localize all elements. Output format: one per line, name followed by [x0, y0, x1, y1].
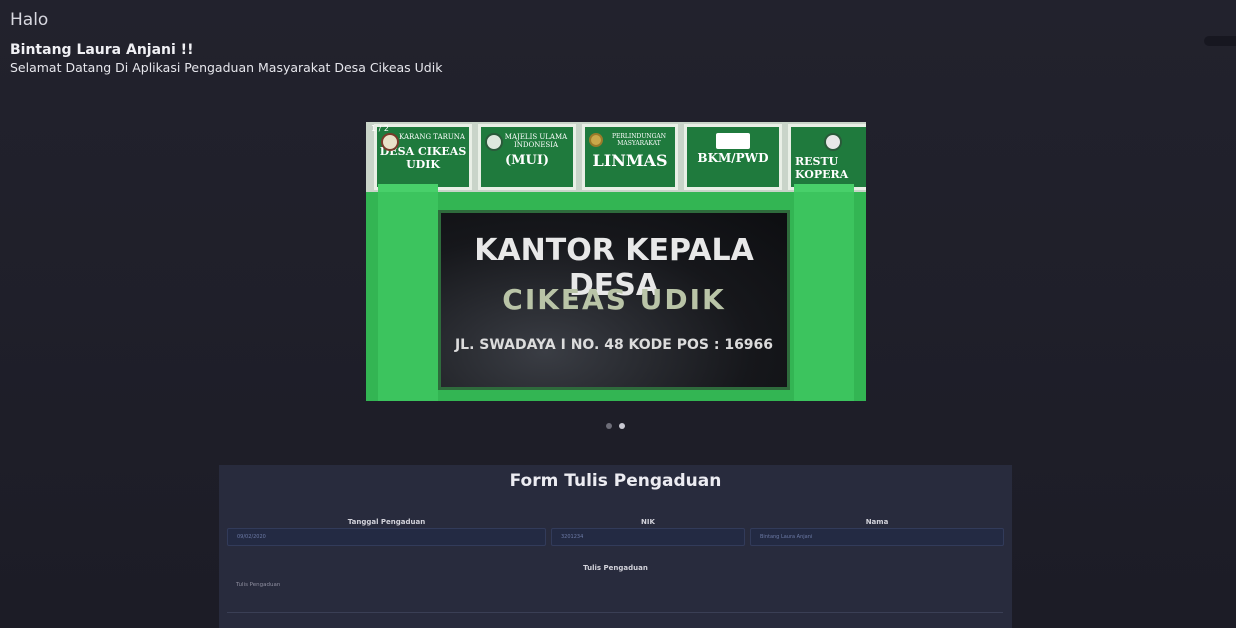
sign-big-text: LINMAS	[592, 151, 668, 170]
sign-big-text: BKM/PWD	[697, 151, 769, 165]
sign-row: KARANG TARUNA DESA CIKEAS UDIK MAJELIS U…	[374, 124, 866, 192]
scrollbar-handle[interactable]	[1204, 36, 1236, 46]
nama-input[interactable]	[750, 528, 1004, 546]
carousel-dot-1[interactable]	[606, 423, 612, 429]
welcome-message: Selamat Datang Di Aplikasi Pengaduan Mas…	[10, 60, 443, 75]
image-carousel[interactable]: 1 / 2 KARANG TARUNA DESA CIKEAS UDIK MAJ…	[366, 122, 866, 401]
emblem-icon	[485, 133, 503, 151]
user-name: Bintang Laura Anjani !!	[10, 42, 194, 58]
page: Halo Bintang Laura Anjani !! Selamat Dat…	[0, 0, 1236, 628]
carousel-dot-2[interactable]	[619, 423, 625, 429]
signboard: KANTOR KEPALA DESA CIKEAS UDIK JL. SWADA…	[438, 210, 790, 390]
complaint-form: Form Tulis Pengaduan Tanggal Pengaduan N…	[219, 465, 1012, 628]
carousel-indicators	[606, 423, 626, 431]
emblem-icon	[381, 133, 399, 151]
complaint-label: Tulis Pengaduan	[583, 564, 648, 572]
pillar-right	[794, 184, 854, 401]
form-title: Form Tulis Pengaduan	[509, 471, 722, 491]
slide-counter: 1 / 2	[371, 124, 389, 133]
sign-big-text: (MUI)	[504, 153, 550, 168]
logo-icon	[716, 133, 750, 149]
sign-linmas: PERLINDUNGAN MASYARAKAT LINMAS	[582, 124, 678, 190]
sign-restu-koperasi: RESTU KOPERA	[788, 124, 866, 190]
nik-input[interactable]	[551, 528, 745, 546]
pillar-left	[378, 184, 438, 401]
tanggal-label: Tanggal Pengaduan	[347, 518, 426, 526]
signboard-subtitle: CIKEAS UDIK	[502, 283, 726, 316]
emblem-icon	[589, 133, 603, 147]
sign-karang-taruna: KARANG TARUNA DESA CIKEAS UDIK	[374, 124, 472, 190]
sign-bkm-pwd: BKM/PWD	[684, 124, 782, 190]
nama-label: Nama	[865, 518, 889, 526]
nik-label: NIK	[641, 518, 655, 526]
complaint-textarea[interactable]	[227, 577, 1003, 613]
sign-mui: MAJELIS ULAMA INDONESIA (MUI)	[478, 124, 576, 190]
emblem-icon	[824, 133, 842, 151]
sign-big-text: RESTU KOPERA	[795, 155, 849, 181]
greeting-text: Halo	[10, 10, 49, 30]
signboard-address: JL. SWADAYA I NO. 48 KODE POS : 16966	[454, 337, 774, 353]
tanggal-input[interactable]	[227, 528, 546, 546]
